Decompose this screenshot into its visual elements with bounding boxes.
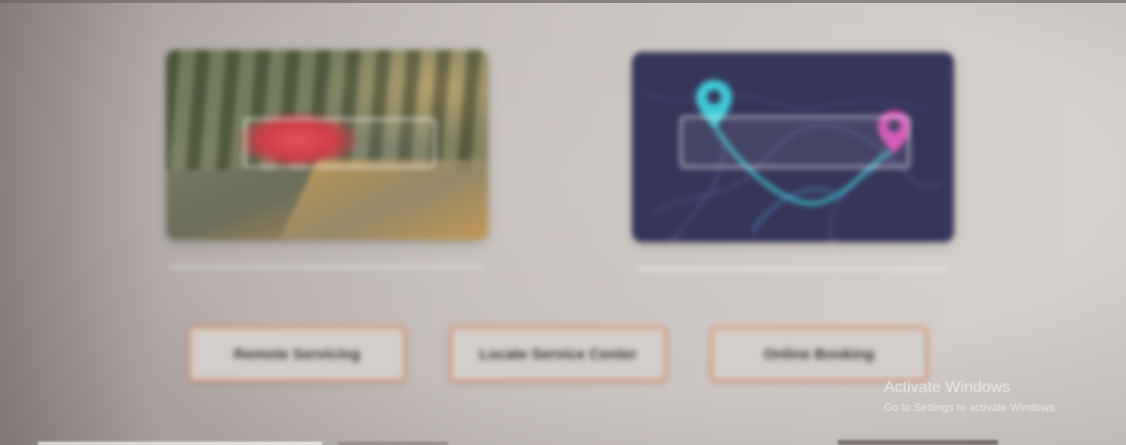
map-card-overlay-label (680, 116, 910, 168)
remote-servicing-button[interactable]: Remote Servicing (188, 326, 406, 382)
bottom-strip (38, 440, 1058, 445)
photo-card-overlay-label (244, 118, 436, 168)
map-card-caption (636, 248, 950, 270)
rocky-ground (275, 160, 488, 240)
bottom-strip-segment (838, 440, 998, 445)
map-card-image (632, 52, 954, 242)
photo-card-caption (170, 246, 484, 268)
activate-windows-watermark: Activate Windows Go to Settings to activ… (884, 378, 1058, 416)
watermark-subtitle: Go to Settings to activate Windows. (884, 402, 1058, 414)
locate-service-center-button[interactable]: Locate Service Center (449, 326, 667, 382)
photo-card[interactable] (166, 50, 488, 276)
photo-card-image (166, 50, 488, 240)
online-booking-button[interactable]: Online Booking (710, 326, 928, 382)
watermark-title: Activate Windows (884, 379, 1011, 396)
map-card[interactable] (632, 52, 954, 278)
